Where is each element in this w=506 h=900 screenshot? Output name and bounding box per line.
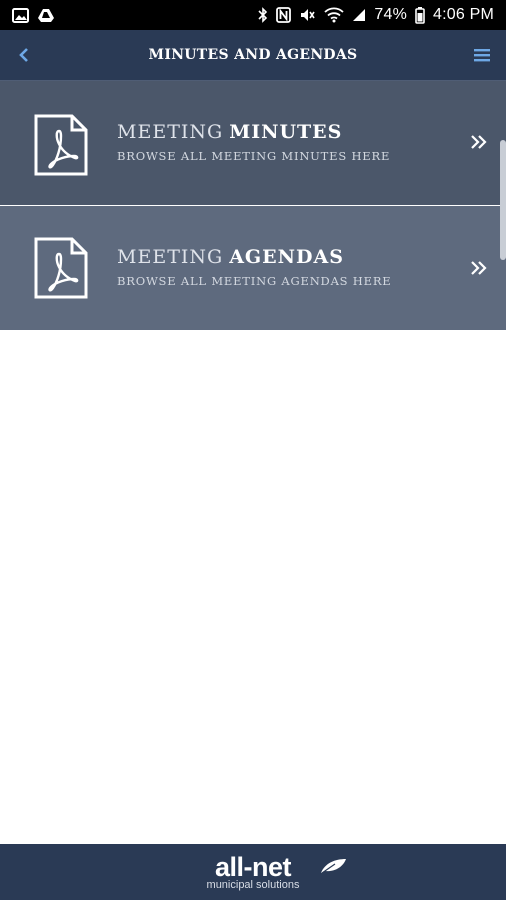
meeting-minutes-item[interactable]: MEETING MINUTES BROWSE ALL MEETING MINUTE… [0,81,506,205]
battery-icon [415,6,425,24]
status-bar: 74% 4:06 PM [0,0,506,30]
bluetooth-icon [258,7,268,23]
title-keyword: AGENDAS [229,246,344,268]
meeting-agendas-title: MEETING AGENDAS [117,246,392,268]
signal-icon [352,8,366,22]
mute-icon [299,7,316,23]
app-header: MINUTES AND AGENDAS [0,30,506,81]
battery-percent: 74% [374,6,407,23]
meeting-minutes-title: MEETING MINUTES [117,121,390,143]
wifi-icon [324,7,344,23]
leaf-icon [320,858,346,873]
clock: 4:06 PM [433,6,494,23]
pdf-document-icon [34,114,88,176]
meeting-agendas-subtitle: BROWSE ALL MEETING AGENDAS HERE [117,274,392,288]
meeting-minutes-text: MEETING MINUTES BROWSE ALL MEETING MINUTE… [117,121,390,163]
nfc-icon [276,7,292,23]
brand-tagline: municipal solutions [206,878,300,891]
chevron-left-icon [19,48,28,62]
status-left [12,7,55,23]
meeting-agendas-item[interactable]: MEETING AGENDAS BROWSE ALL MEETING AGENDA… [0,206,506,330]
status-right: 74% 4:06 PM [258,6,494,24]
double-chevron-right-icon [471,261,487,275]
brand-name: all-net [214,851,292,882]
drive-notification-icon [37,8,55,23]
back-button[interactable] [10,40,38,70]
scrollbar[interactable] [500,140,506,260]
title-prefix: MEETING [117,246,224,268]
pdf-document-icon [34,237,88,299]
hamburger-menu-icon [474,49,490,62]
double-chevron-right-icon [471,135,487,149]
title-keyword: MINUTES [229,121,343,143]
meeting-agendas-text: MEETING AGENDAS BROWSE ALL MEETING AGENDA… [117,246,392,288]
meeting-minutes-subtitle: BROWSE ALL MEETING MINUTES HERE [117,149,391,163]
brand-logo: all-net municipal solutions [206,851,346,891]
footer: all-net municipal solutions [0,844,506,900]
page-title: MINUTES AND AGENDAS [148,47,358,63]
menu-button[interactable] [468,40,496,70]
gallery-notification-icon [12,7,29,23]
title-prefix: MEETING [117,121,224,143]
